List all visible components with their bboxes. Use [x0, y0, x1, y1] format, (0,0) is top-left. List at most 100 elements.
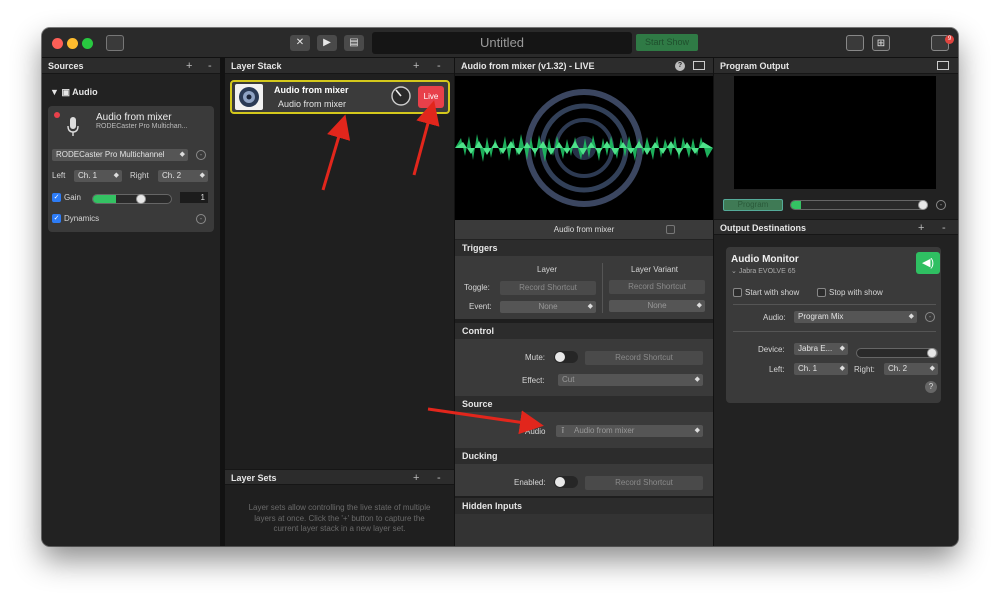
remove-destination-button[interactable]: -	[942, 220, 946, 236]
start-with-show-checkbox[interactable]	[733, 288, 742, 297]
close-window-button[interactable]	[52, 38, 63, 49]
audio-source-select-value: Audio from mixer	[574, 426, 635, 435]
microphone-icon	[67, 117, 79, 136]
program-volume-knob[interactable]	[918, 200, 928, 210]
popout-icon[interactable]	[937, 61, 949, 70]
program-output-title: Program Output	[720, 61, 789, 71]
monitor-volume-knob[interactable]	[927, 348, 937, 358]
variant-event-select[interactable]: None ◆	[609, 300, 705, 312]
add-layer-set-button[interactable]: +	[413, 470, 419, 486]
mute-toggle[interactable]	[554, 351, 578, 363]
layer-sets-title: Layer Sets	[231, 473, 277, 483]
title-bar: ✕ ▶︎ ▤ Untitled Start Show ⊞ 9	[42, 28, 958, 58]
audio-monitor-device: ⌄ Jabra EVOLVE 65	[731, 268, 796, 275]
stop-with-show-checkbox[interactable]	[817, 288, 826, 297]
add-layer-button[interactable]: +	[413, 58, 419, 74]
minimize-window-button[interactable]	[67, 38, 78, 49]
gain-slider[interactable]	[92, 194, 172, 204]
speaker-icon: ◀)	[921, 257, 935, 269]
source-device: RODECaster Pro Multichan...	[96, 123, 188, 130]
event-label: Event:	[469, 302, 492, 311]
remove-layer-button[interactable]: -	[437, 58, 441, 74]
right-channel-label: Right	[130, 171, 149, 180]
preview-title: Audio from mixer (v1.32) - LIVE	[461, 61, 595, 71]
left-channel-select[interactable]: Ch. 1 ◆	[74, 170, 122, 182]
ducking-section: Enabled: Record Shortcut	[455, 464, 713, 496]
trigger-layer-column: Layer	[537, 265, 558, 274]
effect-label: Effect:	[522, 376, 545, 385]
trigger-column-divider	[602, 263, 603, 313]
audio-monitor-card[interactable]: Audio Monitor ⌄ Jabra EVOLVE 65 ◀) Start…	[726, 247, 941, 403]
help-icon[interactable]: ?	[675, 61, 685, 71]
source-card[interactable]: Audio from mixer RODECaster Pro Multicha…	[48, 106, 214, 232]
duplicate-icon[interactable]	[666, 225, 675, 234]
effect-select[interactable]: Cut ◆	[558, 374, 703, 386]
ducking-toggle[interactable]	[554, 476, 578, 488]
start-with-show-label: Start with show	[745, 288, 800, 297]
dynamics-settings-button[interactable]: -	[196, 214, 206, 224]
document-title[interactable]: Untitled	[372, 32, 632, 54]
add-source-button[interactable]: +	[186, 58, 192, 74]
audio-group[interactable]: ▼ ▣ Audio	[50, 87, 98, 98]
add-destination-button[interactable]: +	[918, 220, 924, 236]
layer-stack-title: Layer Stack	[231, 61, 282, 71]
control-header: Control	[455, 323, 713, 339]
ducking-record-shortcut-button[interactable]: Record Shortcut	[585, 476, 703, 490]
start-show-button[interactable]: Start Show	[636, 34, 698, 51]
zoom-window-button[interactable]	[82, 38, 93, 49]
device-select[interactable]: RODECaster Pro Multichannel ◆	[52, 149, 188, 161]
hidden-inputs-header[interactable]: Hidden Inputs	[455, 498, 713, 514]
stepper-icon: ◆	[908, 313, 914, 320]
ducking-enabled-label: Enabled:	[514, 478, 546, 487]
dynamics-checkbox[interactable]: ✓	[52, 214, 61, 223]
remove-layer-set-button[interactable]: -	[437, 470, 441, 486]
transition-icon[interactable]: ▶︎	[317, 35, 337, 51]
stepper-icon: ◆	[199, 172, 205, 179]
monitor-audio-label: Audio:	[763, 313, 786, 322]
variant-record-shortcut-button[interactable]: Record Shortcut	[609, 280, 705, 294]
help-button[interactable]: ?	[925, 381, 937, 393]
preview-caption-bar: Audio from mixer	[455, 220, 713, 240]
audio-source-label: Audio	[525, 427, 546, 436]
ducking-header: Ducking	[455, 448, 713, 464]
right-channel-select[interactable]: Ch. 2 ◆	[158, 170, 208, 182]
disclosure-triangle-icon[interactable]: ▼	[50, 87, 59, 97]
live-toggle-button[interactable]: Live	[418, 86, 444, 108]
toggle-record-shortcut-button[interactable]: Record Shortcut	[500, 281, 596, 295]
remove-device-button[interactable]: -	[196, 150, 206, 160]
monitor-audio-select[interactable]: Program Mix ◆	[794, 311, 917, 323]
monitor-audio-remove-button[interactable]: -	[925, 312, 935, 322]
toggle-label: Toggle:	[464, 283, 490, 292]
program-output-header: Program Output	[714, 58, 958, 74]
monitor-left-label: Left:	[769, 365, 785, 374]
crossfade-icon[interactable]: ✕	[290, 35, 310, 51]
event-select-value: None	[538, 302, 558, 311]
layout-multi-icon[interactable]: ⊞	[872, 35, 890, 51]
layout-single-icon[interactable]	[846, 35, 864, 51]
program-button[interactable]: Program	[723, 199, 783, 211]
sidebar-toggle-icon[interactable]	[106, 35, 124, 51]
monitor-volume-slider[interactable]	[856, 348, 938, 358]
monitor-device-select[interactable]: Jabra E... ◆	[794, 343, 848, 355]
monitor-device-label: Device:	[758, 345, 785, 354]
volume-knob-icon[interactable]	[390, 85, 412, 107]
gain-checkbox[interactable]: ✓	[52, 193, 61, 202]
popout-icon[interactable]	[693, 61, 705, 70]
event-select[interactable]: None ◆	[500, 301, 596, 313]
source-name: Audio from mixer	[96, 112, 172, 123]
monitor-left-select[interactable]: Ch. 1 ◆	[794, 363, 848, 375]
audio-source-select[interactable]: ǐ Audio from mixer ◆	[556, 425, 703, 437]
program-output-settings-button[interactable]: -	[936, 200, 946, 210]
clapper-icon[interactable]: ▤	[344, 35, 364, 51]
right-channel-value: Ch. 2	[162, 171, 182, 180]
stepper-icon: ◆	[113, 172, 119, 179]
mute-record-shortcut-button[interactable]: Record Shortcut	[585, 351, 703, 365]
layer-item[interactable]: Audio from mixer Audio from mixer Live	[230, 80, 450, 114]
output-destinations-header: Output Destinations + -	[714, 219, 958, 235]
remove-source-button[interactable]: -	[208, 58, 212, 74]
gain-value-field[interactable]: 1	[180, 192, 208, 203]
monitor-right-select[interactable]: Ch. 2 ◆	[884, 363, 938, 375]
program-volume-slider[interactable]	[790, 200, 928, 210]
monitor-device-value: Jabra E...	[798, 344, 833, 353]
speaker-toggle-button[interactable]: ◀)	[916, 252, 940, 274]
